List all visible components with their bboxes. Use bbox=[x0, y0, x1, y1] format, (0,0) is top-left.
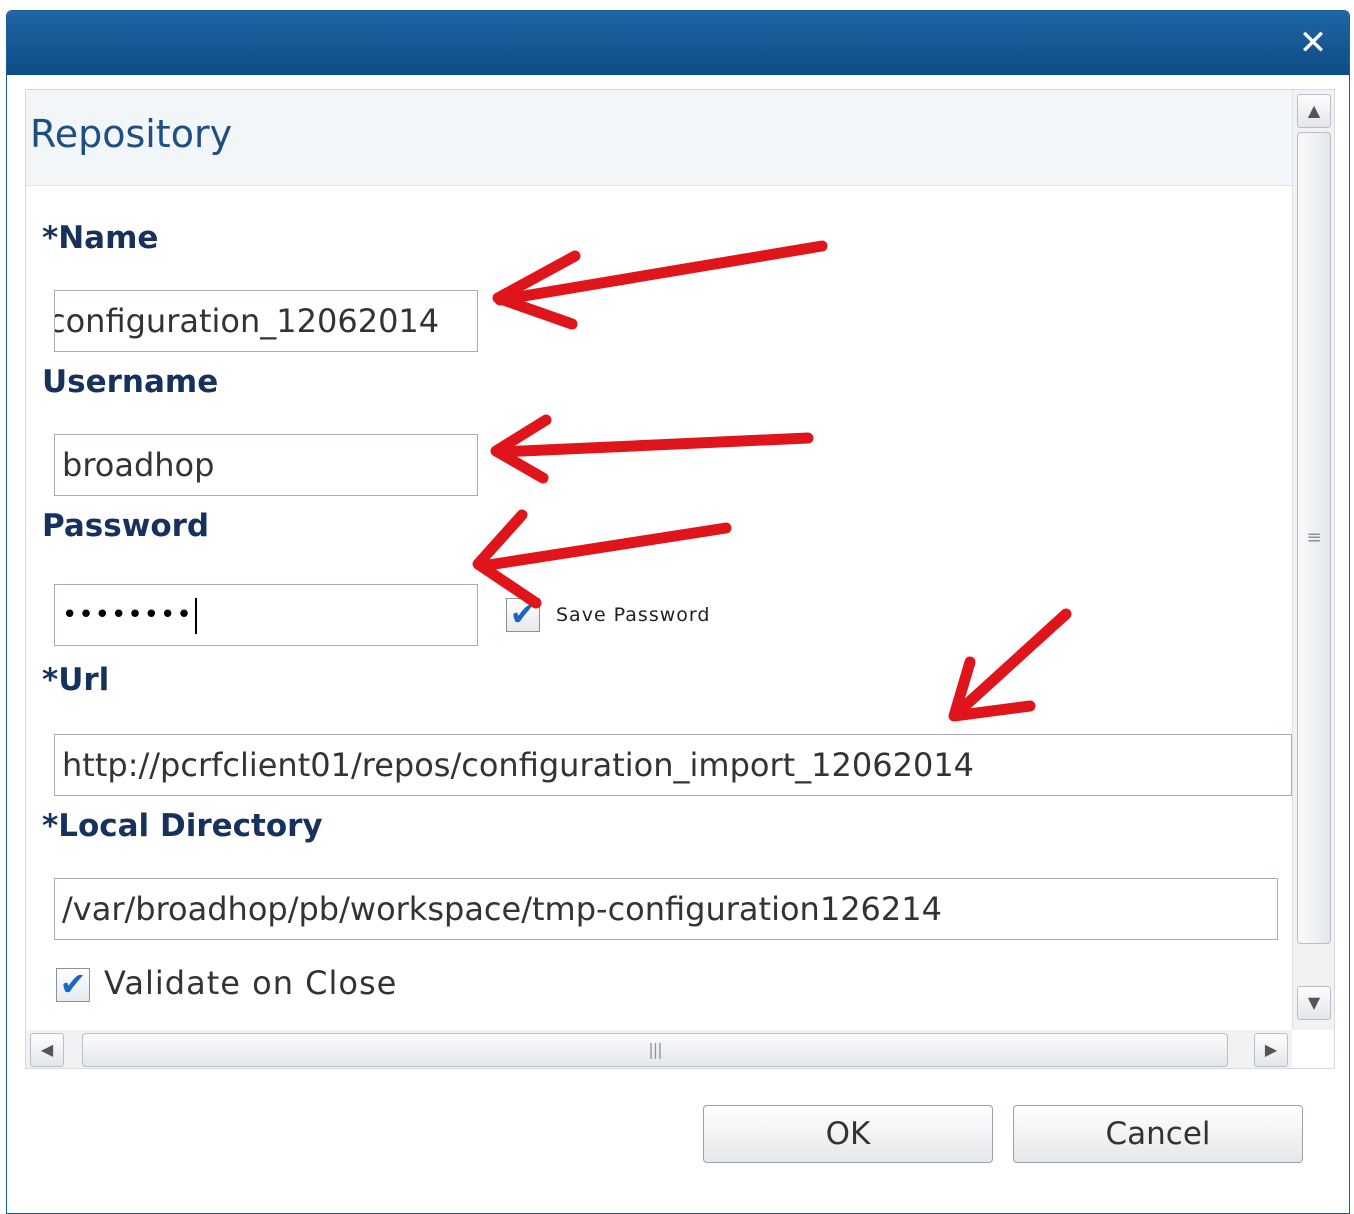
username-input[interactable]: broadhop bbox=[54, 434, 478, 496]
text-caret bbox=[194, 597, 197, 634]
username-label: Username bbox=[42, 364, 219, 400]
vertical-scrollbar[interactable]: ▲ ≡ ▼ bbox=[1292, 90, 1334, 1030]
scroll-right-icon[interactable]: ▶ bbox=[1254, 1033, 1288, 1067]
cancel-button[interactable]: Cancel bbox=[1013, 1105, 1303, 1163]
dialog-body: Repository *Name configuration_12062014 … bbox=[7, 75, 1349, 1213]
validate-on-close-label: Validate on Close bbox=[104, 964, 398, 1002]
horizontal-scroll-thumb[interactable]: ||| bbox=[82, 1033, 1228, 1067]
scroll-down-icon[interactable]: ▼ bbox=[1297, 986, 1331, 1020]
repository-panel: Repository *Name configuration_12062014 … bbox=[25, 89, 1335, 1069]
save-password-checkbox[interactable]: ✔ bbox=[506, 598, 540, 632]
ok-button[interactable]: OK bbox=[703, 1105, 993, 1163]
url-input[interactable]: http://pcrfclient01/repos/configuration_… bbox=[54, 734, 1292, 796]
grip-icon: ≡ bbox=[1306, 527, 1322, 548]
scroll-left-icon[interactable]: ◀ bbox=[30, 1033, 64, 1067]
password-mask: •••••••• bbox=[62, 600, 193, 630]
page-title: Repository bbox=[30, 112, 233, 156]
scroll-up-icon[interactable]: ▲ bbox=[1297, 94, 1331, 128]
url-label: *Url bbox=[42, 662, 110, 698]
close-icon[interactable]: ✕ bbox=[1295, 25, 1331, 61]
grip-icon: ||| bbox=[648, 1040, 662, 1059]
name-input[interactable]: configuration_12062014 bbox=[54, 290, 478, 352]
validate-on-close-checkbox[interactable]: ✔ bbox=[56, 968, 90, 1002]
vertical-scroll-thumb[interactable]: ≡ bbox=[1297, 132, 1331, 944]
check-icon: ✔ bbox=[59, 965, 87, 1003]
local-directory-label: *Local Directory bbox=[42, 808, 323, 844]
dialog-titlebar[interactable]: ✕ bbox=[7, 11, 1349, 75]
horizontal-scrollbar[interactable]: ◀ ||| ▶ bbox=[26, 1030, 1292, 1068]
local-directory-input[interactable]: /var/broadhop/pb/workspace/tmp-configura… bbox=[54, 878, 1278, 940]
save-password-label: Save Password bbox=[556, 604, 711, 626]
password-input[interactable]: •••••••• bbox=[54, 584, 478, 646]
name-label: *Name bbox=[42, 220, 159, 256]
repository-dialog: ✕ Repository *Name configuration_1206201… bbox=[6, 10, 1350, 1214]
panel-header: Repository bbox=[26, 90, 1292, 186]
password-label: Password bbox=[42, 508, 210, 544]
check-icon: ✔ bbox=[509, 595, 537, 633]
